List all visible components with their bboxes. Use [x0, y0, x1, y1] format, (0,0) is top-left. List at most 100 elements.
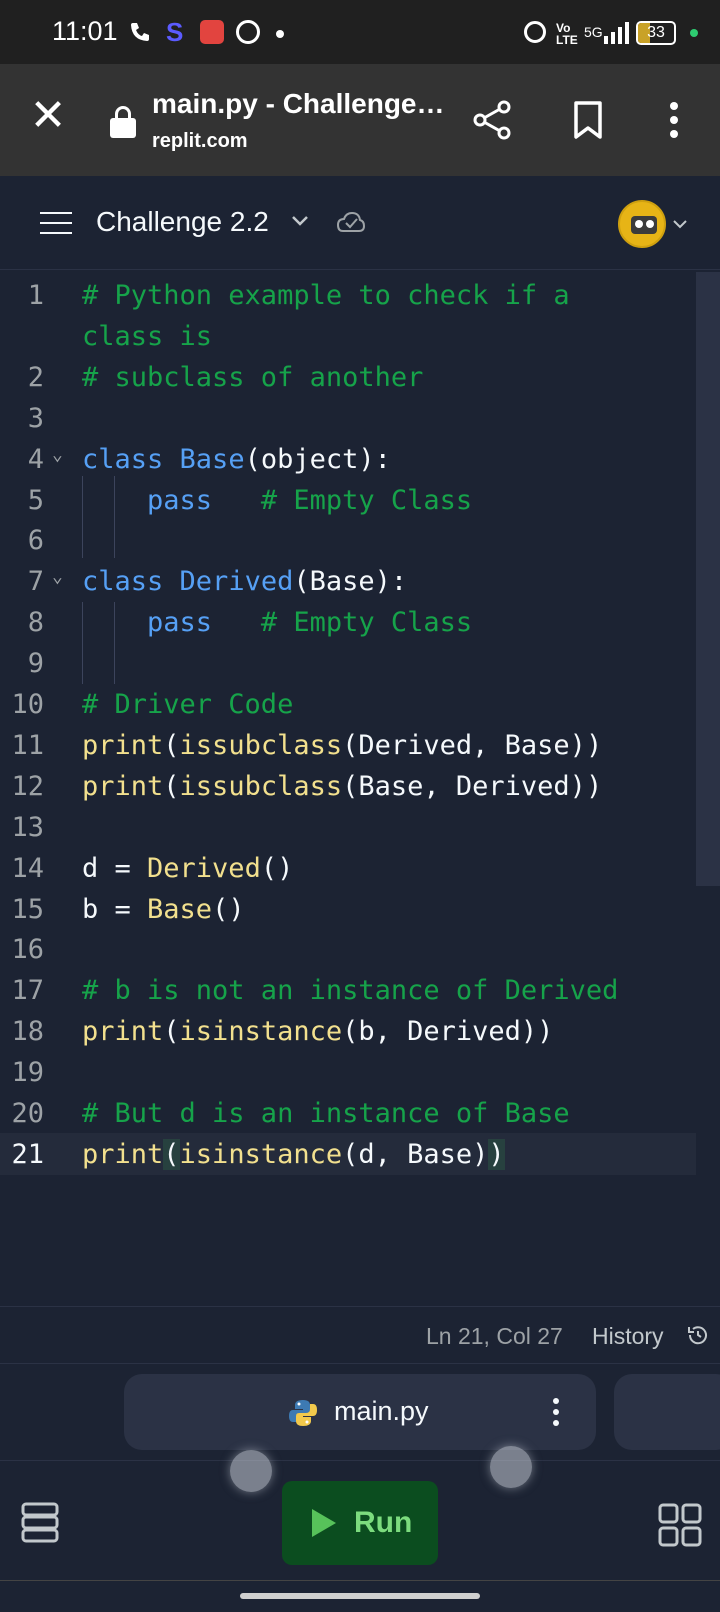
system-nav-bar [0, 1580, 720, 1612]
code-token: class [82, 566, 180, 598]
code-token: pass [82, 484, 213, 516]
repl-title[interactable]: Challenge 2.2 [96, 206, 269, 238]
code-line[interactable]: 8 pass # Empty Class [0, 601, 696, 643]
code-token: (object): [244, 443, 391, 475]
indent-guide [114, 476, 115, 558]
code-token: print [82, 729, 164, 761]
line-number: 5 [27, 484, 44, 516]
play-icon [312, 1509, 336, 1537]
grid-icon[interactable] [658, 1503, 702, 1547]
touch-indicator [230, 1450, 272, 1492]
s-app-icon: S [166, 16, 184, 47]
code-token: print [82, 1138, 164, 1170]
code-line[interactable]: 4 ⌄ class Base(object): [0, 438, 696, 480]
record-icon [200, 20, 224, 44]
code-text: # Driver Code [82, 689, 293, 720]
line-number: 17 [11, 975, 44, 1007]
chevron-down-icon[interactable] [290, 210, 310, 230]
code-token: print [82, 1016, 164, 1048]
share-icon[interactable] [470, 98, 514, 142]
bookmark-icon[interactable] [572, 100, 604, 140]
line-number: 6 [27, 525, 44, 557]
code-line[interactable]: 17 # b is not an instance of Derived [0, 969, 696, 1011]
network-type: 5G [584, 24, 603, 40]
code-token: issubclass [179, 770, 343, 802]
code-text: d = Derived() [82, 853, 293, 884]
code-line[interactable]: 10 # Driver Code [0, 683, 696, 725]
home-gesture-bar[interactable] [240, 1593, 480, 1599]
lock-icon[interactable] [110, 106, 136, 138]
code-token: isinstance [179, 1138, 343, 1170]
more-icon[interactable] [664, 100, 684, 140]
code-line[interactable]: 13 [0, 806, 696, 848]
code-token: ( [163, 729, 180, 761]
code-token: # Empty Class [212, 484, 473, 516]
database-icon[interactable] [20, 1501, 60, 1543]
code-token: # But d is an instance of Base [82, 1098, 570, 1129]
run-button[interactable]: Run [282, 1481, 438, 1565]
code-token: # subclass of another [82, 361, 424, 393]
line-number: 3 [27, 402, 44, 434]
menu-icon[interactable] [40, 212, 72, 234]
check-cloud-icon[interactable] [336, 209, 366, 237]
line-number: 7 [27, 566, 44, 598]
code-text: class Derived(Base): [82, 566, 407, 597]
file-tabs: main.py [0, 1364, 720, 1460]
code-line[interactable]: 11 print(issubclass(Derived, Base)) [0, 724, 696, 766]
code-token: ( [163, 1016, 180, 1048]
code-line[interactable]: 5 pass # Empty Class [0, 479, 696, 521]
code-token: ) [488, 1138, 505, 1170]
line-number: 21 [11, 1138, 44, 1170]
code-line[interactable]: 3 [0, 397, 696, 439]
code-line[interactable]: 12 print(issubclass(Base, Derived)) [0, 765, 696, 807]
code-line[interactable]: 20 # But d is an instance of Base [0, 1092, 696, 1134]
code-text: # b is not an instance of Derived [82, 975, 618, 1006]
tab-more-icon[interactable] [552, 1396, 560, 1428]
history-icon[interactable] [686, 1323, 710, 1347]
code-token: class [82, 443, 180, 475]
code-line[interactable]: 21 print(isinstance(d, Base)) [0, 1132, 696, 1175]
code-token: # Empty Class [212, 607, 473, 639]
code-line[interactable]: 18 print(isinstance(b, Derived)) [0, 1010, 696, 1052]
code-line[interactable]: 14 d = Derived() [0, 847, 696, 889]
code-line[interactable]: class is [0, 315, 696, 357]
code-line[interactable]: 9 [0, 642, 696, 684]
code-token: ( [163, 770, 180, 802]
line-number: 18 [11, 1016, 44, 1048]
volte-indicator: Vo LTE [556, 21, 578, 47]
code-line[interactable]: 16 [0, 928, 696, 970]
code-editor[interactable]: 1 # Python example to check if a class is 2… [0, 270, 720, 1306]
line-number: 16 [11, 934, 44, 966]
tab-main-py[interactable]: main.py [124, 1374, 596, 1450]
page-title[interactable]: main.py - Challenge… [152, 88, 445, 120]
tab-next[interactable] [614, 1374, 720, 1450]
code-token: (Base): [293, 566, 408, 598]
account-chevron-icon[interactable] [672, 216, 688, 232]
line-number: 11 [11, 729, 44, 761]
code-text: class Base(object): [82, 444, 391, 475]
code-token: Base [147, 893, 213, 925]
code-line[interactable]: 7 ⌄ class Derived(Base): [0, 560, 696, 602]
fold-chevron-icon[interactable]: ⌄ [52, 444, 63, 465]
close-icon[interactable]: ✕ [28, 94, 68, 138]
code-token: Derived [179, 566, 294, 598]
code-line[interactable]: 6 [0, 519, 696, 561]
editor-scrollbar[interactable] [696, 272, 720, 886]
code-line[interactable]: 1 # Python example to check if a [0, 274, 696, 316]
line-number: 8 [27, 607, 44, 639]
avatar[interactable] [618, 200, 666, 248]
code-token: # b is not an instance of Derived [82, 975, 619, 1007]
indent-guide [114, 602, 115, 684]
indent-guide [82, 602, 83, 684]
page-url[interactable]: replit.com [152, 130, 248, 153]
code-text: # But d is an instance of Base [82, 1098, 570, 1129]
code-token: print [82, 770, 164, 802]
code-line[interactable]: 19 [0, 1051, 696, 1093]
line-number: 4 [27, 443, 44, 475]
line-number: 13 [11, 811, 44, 843]
code-token: b = [82, 893, 148, 925]
code-line[interactable]: 15 b = Base() [0, 888, 696, 930]
fold-chevron-icon[interactable]: ⌄ [52, 566, 63, 587]
code-line[interactable]: 2 # subclass of another [0, 356, 696, 398]
history-button[interactable]: History [592, 1323, 664, 1350]
